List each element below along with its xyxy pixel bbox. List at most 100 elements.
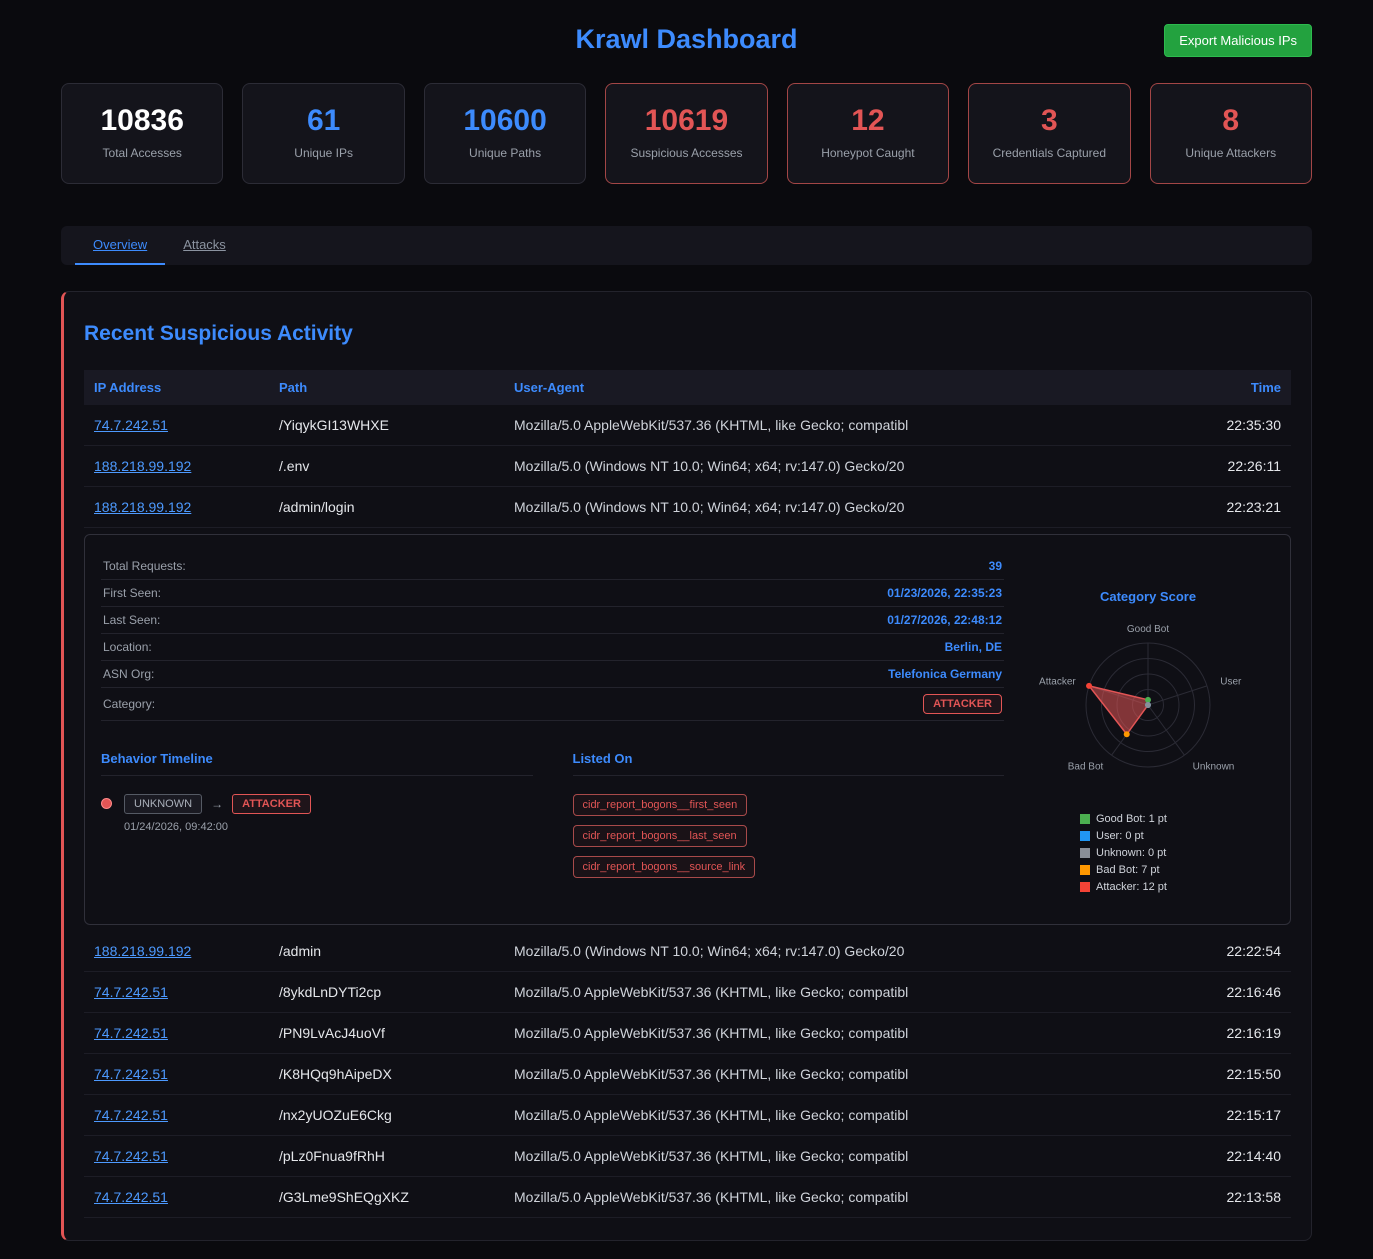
svg-text:Bad Bot: Bad Bot	[1068, 761, 1104, 772]
page-title: Krawl Dashboard	[61, 24, 1312, 55]
legend-swatch-icon	[1080, 882, 1090, 892]
detail-field-label: Last Seen:	[103, 613, 160, 627]
path-cell: /8ykdLnDYTi2cp	[269, 975, 504, 1009]
stat-value: 61	[251, 104, 395, 137]
detail-field-label: Category:	[103, 697, 155, 711]
ip-address-link[interactable]: 74.7.242.51	[94, 1189, 168, 1205]
ip-address-link[interactable]: 74.7.242.51	[94, 1066, 168, 1082]
path-cell: /admin	[269, 934, 504, 968]
table-row[interactable]: 74.7.242.51 /YiqykGI13WHXE Mozilla/5.0 A…	[84, 405, 1291, 446]
svg-text:Good Bot: Good Bot	[1127, 624, 1169, 635]
category-score-chart: Category Score Good BotUserUnknownBad Bo…	[1022, 553, 1274, 898]
stat-label: Credentials Captured	[977, 146, 1121, 160]
path-cell: /K8HQq9hAipeDX	[269, 1057, 504, 1091]
detail-fields: Total Requests: 39 First Seen: 01/23/202…	[101, 553, 1004, 721]
detail-field-value: 01/27/2026, 22:48:12	[887, 613, 1002, 627]
ip-address-link[interactable]: 188.218.99.192	[94, 458, 191, 474]
ip-cell: 74.7.242.51	[84, 1016, 269, 1050]
path-cell: /admin/login	[269, 490, 504, 524]
ip-cell: 188.218.99.192	[84, 934, 269, 968]
top-bar: Krawl Dashboard Export Malicious IPs	[0, 0, 1373, 69]
path-cell: /nx2yUOZuE6Ckg	[269, 1098, 504, 1132]
detail-field-label: First Seen:	[103, 586, 161, 600]
listed-badges: cidr_report_bogons__first_seen cidr_repo…	[573, 794, 903, 878]
time-cell: 22:14:40	[1151, 1139, 1291, 1173]
panel-title: Recent Suspicious Activity	[84, 322, 1291, 346]
listed-on-badge[interactable]: cidr_report_bogons__last_seen	[573, 825, 747, 847]
detail-field-row: Last Seen: 01/27/2026, 22:48:12	[101, 607, 1004, 634]
path-cell: /pLz0Fnua9fRhH	[269, 1139, 504, 1173]
user-agent-cell: Mozilla/5.0 (Windows NT 10.0; Win64; x64…	[504, 934, 1151, 968]
user-agent-cell: Mozilla/5.0 AppleWebKit/537.36 (KHTML, l…	[504, 1057, 1151, 1091]
stat-card-suspicious-accesses: 10619 Suspicious Accesses	[605, 83, 767, 184]
table-header-row: IP Address Path User-Agent Time	[84, 370, 1291, 405]
ip-address-link[interactable]: 74.7.242.51	[94, 417, 168, 433]
stat-value: 8	[1159, 104, 1303, 137]
table-row[interactable]: 74.7.242.51 /nx2yUOZuE6Ckg Mozilla/5.0 A…	[84, 1095, 1291, 1136]
suspicious-activity-table: IP Address Path User-Agent Time 74.7.242…	[84, 370, 1291, 1218]
detail-field-row: Location: Berlin, DE	[101, 634, 1004, 661]
table-row[interactable]: 188.218.99.192 /.env Mozilla/5.0 (Window…	[84, 446, 1291, 487]
tab-attacks[interactable]: Attacks	[165, 226, 244, 265]
user-agent-cell: Mozilla/5.0 AppleWebKit/537.36 (KHTML, l…	[504, 975, 1151, 1009]
tab-overview[interactable]: Overview	[75, 226, 165, 265]
stat-value: 3	[977, 104, 1121, 137]
legend-entry: Bad Bot: 7 pt	[1080, 864, 1274, 876]
table-row[interactable]: 188.218.99.192 /admin Mozilla/5.0 (Windo…	[84, 931, 1291, 972]
time-cell: 22:23:21	[1151, 490, 1291, 524]
ip-cell: 74.7.242.51	[84, 1057, 269, 1091]
stat-label: Unique Paths	[433, 146, 577, 160]
table-row[interactable]: 74.7.242.51 /pLz0Fnua9fRhH Mozilla/5.0 A…	[84, 1136, 1291, 1177]
ip-detail-left: Total Requests: 39 First Seen: 01/23/202…	[101, 553, 1022, 898]
table-row[interactable]: 74.7.242.51 /K8HQq9hAipeDX Mozilla/5.0 A…	[84, 1054, 1291, 1095]
suspicious-activity-panel: Recent Suspicious Activity IP Address Pa…	[61, 291, 1312, 1241]
stat-card-unique-paths: 10600 Unique Paths	[424, 83, 586, 184]
stat-label: Honeypot Caught	[796, 146, 940, 160]
table-row[interactable]: 74.7.242.51 /G3Lme9ShEQgXKZ Mozilla/5.0 …	[84, 1177, 1291, 1218]
ip-address-link[interactable]: 74.7.242.51	[94, 1025, 168, 1041]
time-cell: 22:22:54	[1151, 934, 1291, 968]
stat-value: 10836	[70, 104, 214, 137]
chart-legend: Good Bot: 1 pt User: 0 pt Unknown: 0 pt …	[1022, 813, 1274, 893]
user-agent-cell: Mozilla/5.0 AppleWebKit/537.36 (KHTML, l…	[504, 1139, 1151, 1173]
category-badge: ATTACKER	[923, 694, 1002, 714]
column-header-user-agent: User-Agent	[504, 370, 1151, 405]
path-cell: /YiqykGI13WHXE	[269, 408, 504, 442]
ip-address-link[interactable]: 74.7.242.51	[94, 984, 168, 1000]
stat-label: Total Accesses	[70, 146, 214, 160]
legend-swatch-icon	[1080, 848, 1090, 858]
user-agent-cell: Mozilla/5.0 (Windows NT 10.0; Win64; x64…	[504, 490, 1151, 524]
listed-on-badge[interactable]: cidr_report_bogons__first_seen	[573, 794, 748, 816]
listed-on-section: Listed On cidr_report_bogons__first_seen…	[573, 751, 1005, 878]
legend-entry: Unknown: 0 pt	[1080, 847, 1274, 859]
detail-sections: Behavior Timeline UNKNOWN → ATTACKER	[101, 751, 1004, 878]
page: Krawl Dashboard Export Malicious IPs 108…	[0, 0, 1373, 1259]
export-malicious-ips-button[interactable]: Export Malicious IPs	[1164, 24, 1312, 57]
svg-text:Attacker: Attacker	[1039, 677, 1076, 688]
legend-entry: Good Bot: 1 pt	[1080, 813, 1274, 825]
legend-label: Attacker: 12 pt	[1096, 881, 1167, 893]
ip-cell: 74.7.242.51	[84, 1098, 269, 1132]
table-row[interactable]: 188.218.99.192 /admin/login Mozilla/5.0 …	[84, 487, 1291, 528]
table-rows-top: 74.7.242.51 /YiqykGI13WHXE Mozilla/5.0 A…	[84, 405, 1291, 528]
timeline-marker-icon	[101, 798, 112, 809]
path-cell: /.env	[269, 449, 504, 483]
table-row[interactable]: 74.7.242.51 /PN9LvAcJ4uoVf Mozilla/5.0 A…	[84, 1013, 1291, 1054]
ip-address-link[interactable]: 188.218.99.192	[94, 499, 191, 515]
ip-address-link[interactable]: 74.7.242.51	[94, 1107, 168, 1123]
user-agent-cell: Mozilla/5.0 AppleWebKit/537.36 (KHTML, l…	[504, 1016, 1151, 1050]
column-header-ip: IP Address	[84, 370, 269, 405]
listed-on-title: Listed On	[573, 751, 1005, 776]
legend-label: Bad Bot: 7 pt	[1096, 864, 1160, 876]
time-cell: 22:15:17	[1151, 1098, 1291, 1132]
ip-address-link[interactable]: 74.7.242.51	[94, 1148, 168, 1164]
listed-on-badge[interactable]: cidr_report_bogons__source_link	[573, 856, 756, 878]
user-agent-cell: Mozilla/5.0 AppleWebKit/537.36 (KHTML, l…	[504, 1098, 1151, 1132]
table-row[interactable]: 74.7.242.51 /8ykdLnDYTi2cp Mozilla/5.0 A…	[84, 972, 1291, 1013]
ip-address-link[interactable]: 188.218.99.192	[94, 943, 191, 959]
time-cell: 22:16:46	[1151, 975, 1291, 1009]
ip-cell: 74.7.242.51	[84, 975, 269, 1009]
stat-card-honeypot-caught: 12 Honeypot Caught	[787, 83, 949, 184]
stats-row: 10836 Total Accesses 61 Unique IPs 10600…	[0, 83, 1373, 184]
detail-field-row: ASN Org: Telefonica Germany	[101, 661, 1004, 688]
